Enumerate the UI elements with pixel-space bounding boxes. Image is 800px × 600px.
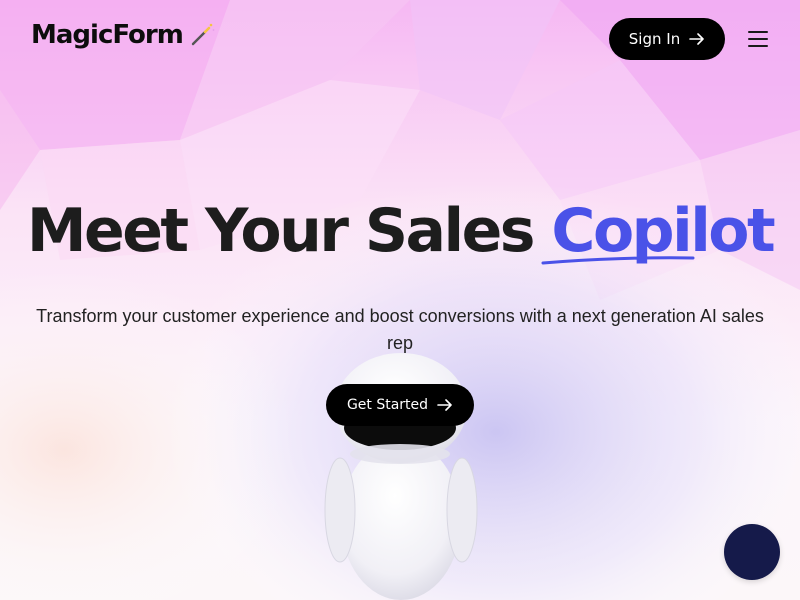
- hero-title-accent: Copilot: [541, 196, 776, 266]
- magic-wand-icon: [191, 23, 215, 46]
- accent-underline: [541, 256, 695, 265]
- hero-subtitle: Transform your customer experience and b…: [36, 306, 764, 353]
- arrow-right-icon: [437, 399, 453, 411]
- get-started-button[interactable]: Get Started: [326, 384, 474, 426]
- sign-in-label: Sign In: [628, 30, 681, 48]
- menu-line: [748, 38, 768, 40]
- hamburger-menu-icon[interactable]: [745, 27, 771, 51]
- chat-launcher-button[interactable]: [724, 524, 780, 580]
- logo-text: MagicForm: [31, 20, 184, 50]
- arrow-right-icon: [689, 33, 705, 45]
- hero-title: Meet Your Sales Copilot: [0, 196, 800, 266]
- menu-line: [748, 31, 768, 33]
- sign-in-button[interactable]: Sign In: [609, 18, 725, 60]
- get-started-label: Get Started: [346, 397, 429, 413]
- menu-line: [748, 45, 768, 47]
- magicform-logo[interactable]: MagicForm: [31, 20, 215, 50]
- hero-title-main: Meet Your Sales: [26, 196, 536, 266]
